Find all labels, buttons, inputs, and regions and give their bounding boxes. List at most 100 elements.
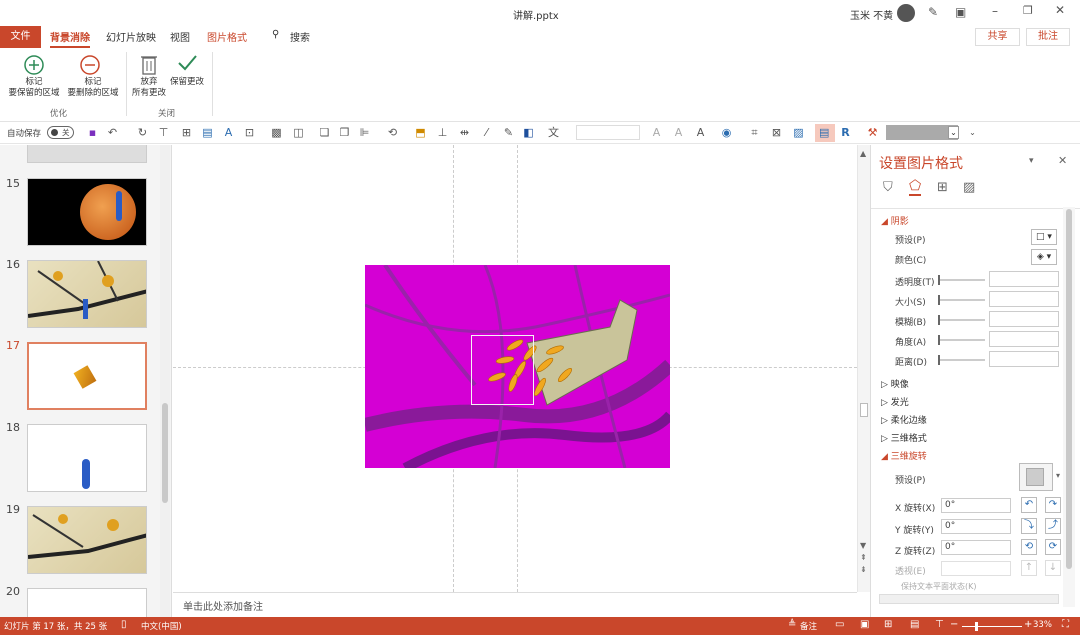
tab-background-removal[interactable]: 背景消除 (50, 29, 90, 48)
transparency-input[interactable] (989, 271, 1059, 287)
comment-button[interactable]: 批注 (1026, 28, 1070, 46)
shadow-preset-dropdown[interactable]: □ ▾ (1031, 229, 1057, 245)
rotate-up-icon[interactable]: ⤴ (1045, 518, 1061, 534)
toolbar-icon[interactable]: ⬒ (414, 126, 427, 139)
search-icon[interactable]: ⚲ (272, 29, 279, 40)
share-button[interactable]: 共享 (975, 28, 1020, 46)
transparency-slider[interactable] (938, 275, 985, 285)
mark-keep-button[interactable]: 标记 要保留的区域 (5, 77, 63, 99)
crop-icon[interactable]: ⌗ (748, 126, 761, 139)
zoom-level[interactable]: 33% (1033, 620, 1052, 630)
z-rotation-input[interactable]: 0° (941, 540, 1011, 555)
close-icon[interactable]: ✕ (1055, 3, 1065, 17)
thumbnail-scrollbar[interactable] (160, 145, 170, 617)
notes-button[interactable]: 备注 (800, 620, 817, 632)
keep-changes-button[interactable]: 保留更改 (167, 77, 207, 88)
align-icon[interactable]: ⊫ (358, 126, 371, 139)
slide-thumb-19[interactable] (27, 506, 147, 574)
notes-icon[interactable]: ≜ (788, 619, 796, 630)
rotate-right-icon[interactable]: ↷ (1045, 497, 1061, 513)
rotate-down-icon[interactable]: ⤵ (1021, 518, 1037, 534)
slide-canvas[interactable] (173, 145, 858, 592)
redo-icon[interactable]: ↻ (136, 126, 149, 139)
scroll-thumb[interactable] (860, 403, 868, 417)
glow-section[interactable]: ▷ 发光 (881, 395, 909, 408)
tab-view[interactable]: 视图 (170, 29, 190, 44)
toolbar-icon[interactable]: ⊥ (436, 126, 449, 139)
fill-line-icon[interactable]: ⛉ (883, 180, 893, 195)
fill-color-icon[interactable]: ◧ (522, 126, 535, 139)
rotate-icon[interactable]: ⟲ (386, 126, 399, 139)
pane-options-icon[interactable]: ▾ (1029, 156, 1034, 166)
distance-slider[interactable] (938, 355, 985, 365)
blur-slider[interactable] (938, 315, 985, 325)
picture-icon[interactable]: ▨ (792, 126, 805, 139)
shadow-section[interactable]: ◢ 阴影 (881, 214, 909, 227)
slide-thumb-14[interactable] (27, 145, 147, 163)
toolbar-icon[interactable]: ▤ (201, 126, 214, 139)
angle-input[interactable] (989, 331, 1059, 347)
pane-vertical-scrollbar[interactable] (1063, 207, 1075, 607)
shadow-color-dropdown[interactable]: ◈ ▾ (1031, 249, 1057, 265)
mark-remove-icon[interactable] (78, 53, 102, 77)
fit-to-window-icon[interactable]: ⛶ (1062, 619, 1069, 630)
keep-check-icon[interactable] (176, 52, 198, 74)
toolbar-icon[interactable]: ❏ (318, 126, 331, 139)
soft-edges-section[interactable]: ▷ 柔化边缘 (881, 413, 927, 426)
slide-sorter-icon[interactable]: ⊞ (884, 619, 892, 630)
slide-thumb-15[interactable] (27, 178, 147, 246)
chevron-down-icon[interactable]: ⌄ (948, 126, 959, 139)
keep-region-marker[interactable] (471, 335, 534, 405)
size-slider[interactable] (938, 295, 985, 305)
scroll-thumb[interactable] (162, 403, 168, 503)
notes-area[interactable]: 单击此处添加备注 (173, 592, 857, 617)
tab-picture-format[interactable]: 图片格式 (207, 29, 247, 44)
toolbar-icon[interactable]: ⚒ (866, 126, 879, 139)
slideshow-icon[interactable]: ⊤ (935, 619, 944, 630)
toolbar-icon[interactable]: ❐ (338, 126, 351, 139)
scroll-thumb[interactable] (1066, 209, 1072, 569)
search-label[interactable]: 搜索 (290, 29, 310, 44)
format-painter-icon[interactable]: ⊤ (157, 126, 170, 139)
size-input[interactable] (989, 291, 1059, 307)
toolbar-icon[interactable]: R (839, 126, 852, 139)
normal-view-icon[interactable]: ▣ (860, 619, 869, 630)
rotate-clockwise-icon[interactable]: ⟳ (1045, 539, 1061, 555)
rotation-preset-dropdown[interactable] (1019, 463, 1053, 491)
mark-keep-icon[interactable] (22, 53, 46, 77)
next-slide-icon[interactable]: ⇟ (860, 565, 867, 574)
slide-thumb-16[interactable] (27, 260, 147, 328)
undo-icon[interactable]: ↶ (106, 126, 119, 139)
distance-input[interactable] (989, 351, 1059, 367)
zoom-slider[interactable] (962, 626, 1022, 627)
size-position-icon[interactable]: ⊞ (937, 180, 948, 195)
user-name[interactable]: 玉米 不黄 (850, 7, 893, 22)
eyedropper-icon[interactable]: ⁄ (480, 126, 493, 139)
canvas-scrollbar[interactable]: ▲ ▼ ⇞ ⇟ (857, 145, 870, 592)
pane-horizontal-scrollbar[interactable] (879, 594, 1059, 604)
blur-input[interactable] (989, 311, 1059, 327)
save-icon[interactable]: ▪ (86, 126, 99, 139)
notes-placeholder[interactable]: 单击此处添加备注 (183, 598, 263, 613)
x-rotation-input[interactable]: 0° (941, 498, 1011, 513)
pen-icon[interactable]: ✎ (928, 5, 938, 19)
font-select[interactable] (576, 125, 640, 140)
ribbon-display-icon[interactable]: ▣ (955, 5, 966, 19)
effects-pentagon-icon[interactable]: ⬠ (909, 178, 922, 196)
mark-remove-button[interactable]: 标记 要删除的区域 (63, 77, 123, 99)
avatar[interactable] (897, 4, 915, 22)
language-label[interactable]: 中文(中国) (141, 620, 182, 632)
zoom-slider-thumb[interactable] (975, 622, 978, 631)
tab-file[interactable]: 文件 (0, 26, 41, 48)
font-color-icon[interactable]: A (694, 126, 707, 139)
toolbar-icon[interactable]: ▩ (270, 126, 283, 139)
toolbar-icon[interactable]: ⊡ (243, 126, 256, 139)
slide-thumb-20[interactable] (27, 588, 147, 617)
zoom-out-icon[interactable]: − (950, 619, 958, 630)
toolbar-icon[interactable]: ⊠ (770, 126, 783, 139)
minimize-icon[interactable]: – (992, 4, 998, 18)
3d-rotation-section[interactable]: ◢ 三维旋转 (881, 449, 927, 462)
autosave-toggle[interactable]: 关 (47, 126, 74, 139)
y-rotation-input[interactable]: 0° (941, 519, 1011, 534)
3d-format-section[interactable]: ▷ 三维格式 (881, 431, 927, 444)
